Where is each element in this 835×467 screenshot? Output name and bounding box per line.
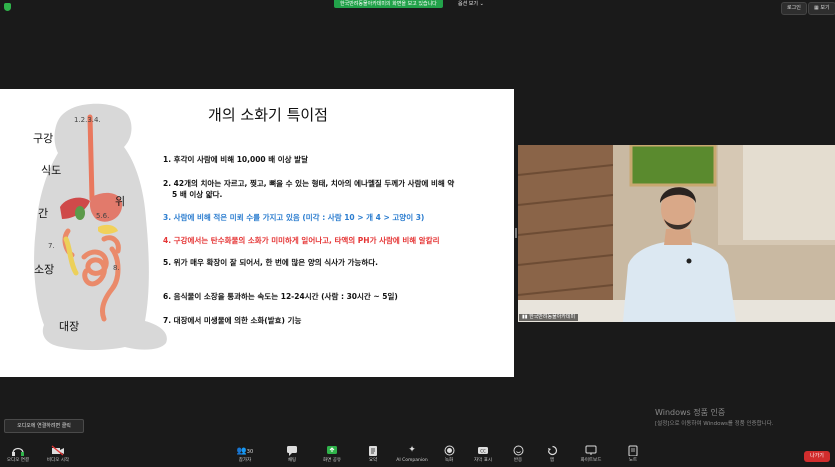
captions-button[interactable]: CC 자막 표시	[469, 445, 497, 467]
label-7: 7.	[48, 242, 55, 250]
audio-connect-tooltip: 오디오에 연결하려면 클릭	[4, 419, 84, 433]
headphones-icon	[12, 447, 24, 456]
share-screen-icon	[327, 446, 337, 454]
windows-activation-title: Windows 정품 인증	[655, 408, 726, 417]
slide-point-5: 5. 위가 매우 확장이 잘 되어서, 한 번에 많은 양의 식사가 가능하다.	[163, 258, 378, 267]
whiteboard-label: 화이트보드	[580, 458, 602, 463]
pane-resize-handle[interactable]	[515, 228, 517, 238]
share-screen-button[interactable]: 화면 공유	[319, 445, 345, 467]
person-neck	[664, 229, 692, 245]
share-screen-label: 화면 공유	[323, 458, 341, 463]
slide-point-7: 7. 대장에서 미생물에 의한 소화(발효) 기능	[163, 316, 302, 325]
esophagus-tube	[87, 114, 95, 202]
apps-label: 앱	[549, 458, 555, 463]
label-56: 5.6.	[96, 212, 110, 220]
reactions-label: 반응	[513, 458, 523, 463]
label-liver: 간	[38, 207, 49, 220]
participants-button[interactable]: 👥30 참가자	[230, 445, 260, 467]
notes-label: 노트	[628, 458, 638, 463]
participants-label: 참가자	[238, 458, 252, 463]
notes-button[interactable]: 노트	[624, 445, 642, 467]
video-start-label: 비디오 시작	[46, 458, 70, 463]
sparkle-icon: ✦	[408, 445, 416, 455]
apps-icon	[547, 445, 557, 456]
record-icon	[444, 445, 454, 456]
slide-point-2-cont: 5 배 이상 얇다.	[172, 190, 223, 199]
label-stomach: 위	[115, 195, 126, 208]
ai-companion-button[interactable]: ✦ AI Companion	[392, 445, 432, 467]
view-label: 보기	[820, 5, 830, 11]
microphone	[686, 258, 692, 264]
slide-point-1: 1. 후각이 사람에 비해 10,000 배 이상 발달	[163, 155, 308, 164]
participants-icon: 👥30	[236, 446, 254, 455]
gallbladder-organ	[75, 206, 85, 220]
whiteboard-icon	[585, 445, 597, 455]
label-8: 8.	[113, 264, 120, 272]
summary-label: 요약	[368, 458, 378, 463]
slide-point-2: 2. 42개의 치아는 자르고, 찢고, 뼈을 수 있는 형태, 치아의 에나멜…	[163, 179, 455, 188]
slide-point-3: 3. 사람에 비해 적은 미뢰 수를 가지고 있음 (미각 : 사람 10 > …	[163, 213, 425, 222]
grid-icon: ▦	[814, 5, 819, 11]
label-esophagus: 식도	[41, 164, 62, 177]
moss-frame	[629, 145, 717, 187]
dog-digestive-illustration	[34, 103, 167, 350]
label-mouth: 구강	[33, 132, 54, 145]
summary-button[interactable]: 요약	[362, 445, 384, 467]
slide-point-6: 6. 음식물이 소장을 통과하는 속도는 12-24시간 (사람 : 30시간 …	[163, 292, 398, 301]
chat-bubble-icon	[287, 446, 297, 456]
captions-label: 자막 표시	[474, 458, 492, 463]
screen-share-banner: 한국반려동물아카데미의 화면을 보고 있습니다	[334, 0, 443, 8]
video-off-icon	[51, 445, 64, 456]
summary-doc-icon	[369, 446, 377, 456]
windows-activation-subtitle: [설정]으로 이동하여 Windows를 정품 인증합니다.	[655, 421, 774, 427]
label-small-intestine: 소장	[34, 263, 55, 276]
ai-companion-label: AI Companion	[396, 458, 428, 463]
whiteboard-button[interactable]: 화이트보드	[574, 445, 608, 467]
security-shield-icon[interactable]	[4, 3, 11, 11]
leave-meeting-button[interactable]: 나가기	[804, 451, 830, 462]
cc-icon: CC	[478, 447, 488, 454]
login-button[interactable]: 로그인	[781, 2, 807, 15]
svg-text:CC: CC	[480, 449, 486, 454]
chat-button[interactable]: 채팅	[281, 445, 303, 467]
participants-count: 30	[246, 449, 254, 455]
window-blinds	[743, 145, 835, 240]
audio-connect-button[interactable]: 오디오 연결	[2, 445, 34, 467]
signal-bars-icon: ▮▮	[522, 314, 528, 320]
audio-connect-label: 오디오 연결	[6, 458, 30, 463]
participant-video	[518, 145, 835, 322]
participant-name-label: ▮▮ 한국반려동물아카데미	[519, 314, 579, 321]
reactions-button[interactable]: 반응	[507, 445, 529, 467]
view-options-dropdown[interactable]: 옵션 보기 ⌄	[458, 0, 484, 8]
record-label: 녹화	[444, 458, 454, 463]
slide-point-4: 4. 구강에서는 탄수화물의 소화가 미미하게 일어나고, 타액의 PH가 사람…	[163, 236, 440, 245]
label-large-intestine: 대장	[59, 320, 80, 333]
slide-title: 개의 소화기 특이점	[208, 106, 328, 124]
participant-name: 한국반려동물아카데미	[529, 314, 576, 320]
view-button[interactable]: ▦ 보기	[808, 2, 835, 15]
apps-button[interactable]: 앱	[543, 445, 561, 467]
label-1234: 1.2.3.4.	[74, 116, 101, 124]
notes-icon	[628, 445, 638, 456]
record-button[interactable]: 녹화	[438, 445, 460, 467]
chat-label: 채팅	[287, 458, 297, 463]
video-start-button[interactable]: 비디오 시작	[42, 445, 74, 467]
smiley-icon	[513, 445, 523, 456]
